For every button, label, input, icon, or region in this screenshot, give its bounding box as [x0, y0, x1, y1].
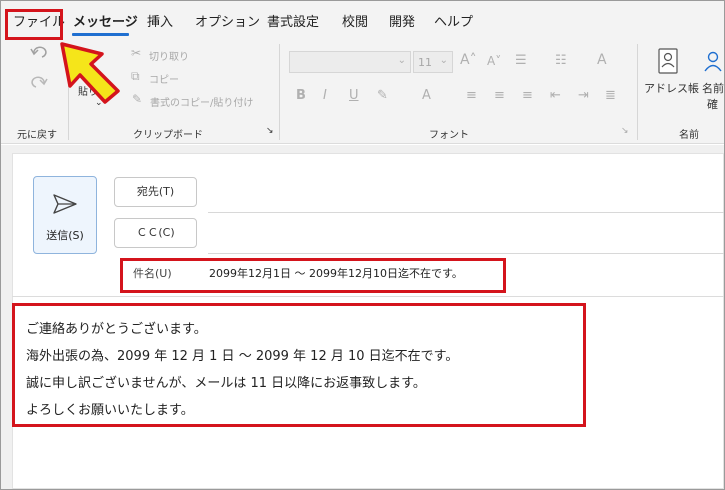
- menu-bar: ファイル メッセージ 挿入 オプション 書式設定 校閲 開発 ヘルプ: [1, 1, 724, 38]
- address-book-icon: [658, 48, 678, 74]
- copy-icon: ⧉: [131, 69, 140, 83]
- tab-options[interactable]: オプション: [195, 11, 260, 30]
- arrow-pointer-icon: [60, 42, 120, 104]
- copy-button[interactable]: コピー: [149, 71, 179, 86]
- to-button[interactable]: 宛先(T): [114, 177, 197, 207]
- clear-format-icon[interactable]: ≣: [605, 88, 616, 103]
- cc-field[interactable]: [208, 253, 724, 254]
- tab-help[interactable]: ヘルプ: [434, 11, 473, 30]
- tab-review[interactable]: 校閲: [342, 11, 368, 30]
- check-names-button-line2: 確: [707, 98, 718, 111]
- tab-format-text[interactable]: 書式設定: [267, 11, 319, 30]
- format-painter-button[interactable]: 書式のコピー/貼り付け: [150, 94, 253, 109]
- redo-icon[interactable]: [29, 74, 49, 90]
- font-name-select[interactable]: ⌄: [289, 51, 411, 73]
- ribbon-separator: [279, 44, 280, 140]
- bold-icon[interactable]: B: [296, 88, 306, 103]
- cut-button[interactable]: 切り取り: [149, 48, 189, 63]
- cc-button[interactable]: ＣＣ(C): [114, 218, 197, 248]
- increase-indent-icon[interactable]: ⇥: [578, 88, 589, 103]
- clipboard-group-label: クリップボード: [133, 130, 203, 141]
- decrease-indent-icon[interactable]: ⇤: [550, 88, 561, 103]
- grow-font-icon[interactable]: A˄: [460, 52, 477, 68]
- names-group-label: 名前: [679, 130, 699, 141]
- numbering-icon[interactable]: ☷: [555, 53, 567, 68]
- subject-divider: [12, 296, 724, 297]
- shrink-font-icon[interactable]: A˅: [487, 54, 501, 68]
- align-left-icon[interactable]: ≡: [466, 88, 477, 103]
- font-color-icon[interactable]: A: [422, 88, 431, 103]
- undo-icon[interactable]: [29, 44, 49, 60]
- underline-icon[interactable]: U: [349, 88, 359, 103]
- tab-developer[interactable]: 開発: [389, 11, 415, 30]
- check-names-button[interactable]: 名前: [702, 80, 724, 96]
- align-right-icon[interactable]: ≡: [522, 88, 533, 103]
- to-field[interactable]: [208, 212, 724, 213]
- tab-insert[interactable]: 挿入: [147, 11, 173, 30]
- styles-icon[interactable]: A: [597, 52, 607, 68]
- bullets-icon[interactable]: ☰: [515, 53, 527, 68]
- address-book-button[interactable]: アドレス帳: [644, 80, 699, 96]
- font-size-select[interactable]: 11 ⌄: [413, 51, 453, 73]
- check-names-icon: [704, 51, 722, 72]
- send-label: 送信(S): [46, 229, 84, 242]
- undo-group-label: 元に戻す: [17, 130, 57, 141]
- align-center-icon[interactable]: ≡: [494, 88, 505, 103]
- tab-message[interactable]: メッセージ: [73, 11, 138, 30]
- send-button[interactable]: 送信(S): [33, 176, 97, 254]
- italic-icon[interactable]: I: [323, 88, 327, 103]
- dialog-launcher-icon[interactable]: ↘: [621, 126, 629, 136]
- font-size-value: 11: [418, 56, 432, 69]
- ribbon-separator: [637, 44, 638, 140]
- send-icon: [53, 194, 77, 214]
- body-highlight: [12, 303, 586, 427]
- highlight-icon[interactable]: ✎: [377, 88, 388, 103]
- subject-highlight: [120, 258, 506, 293]
- font-group-label: フォント: [429, 130, 469, 141]
- dialog-launcher-icon[interactable]: ↘: [266, 126, 274, 136]
- brush-icon: ✎: [132, 92, 143, 106]
- scissors-icon: ✂: [131, 46, 142, 60]
